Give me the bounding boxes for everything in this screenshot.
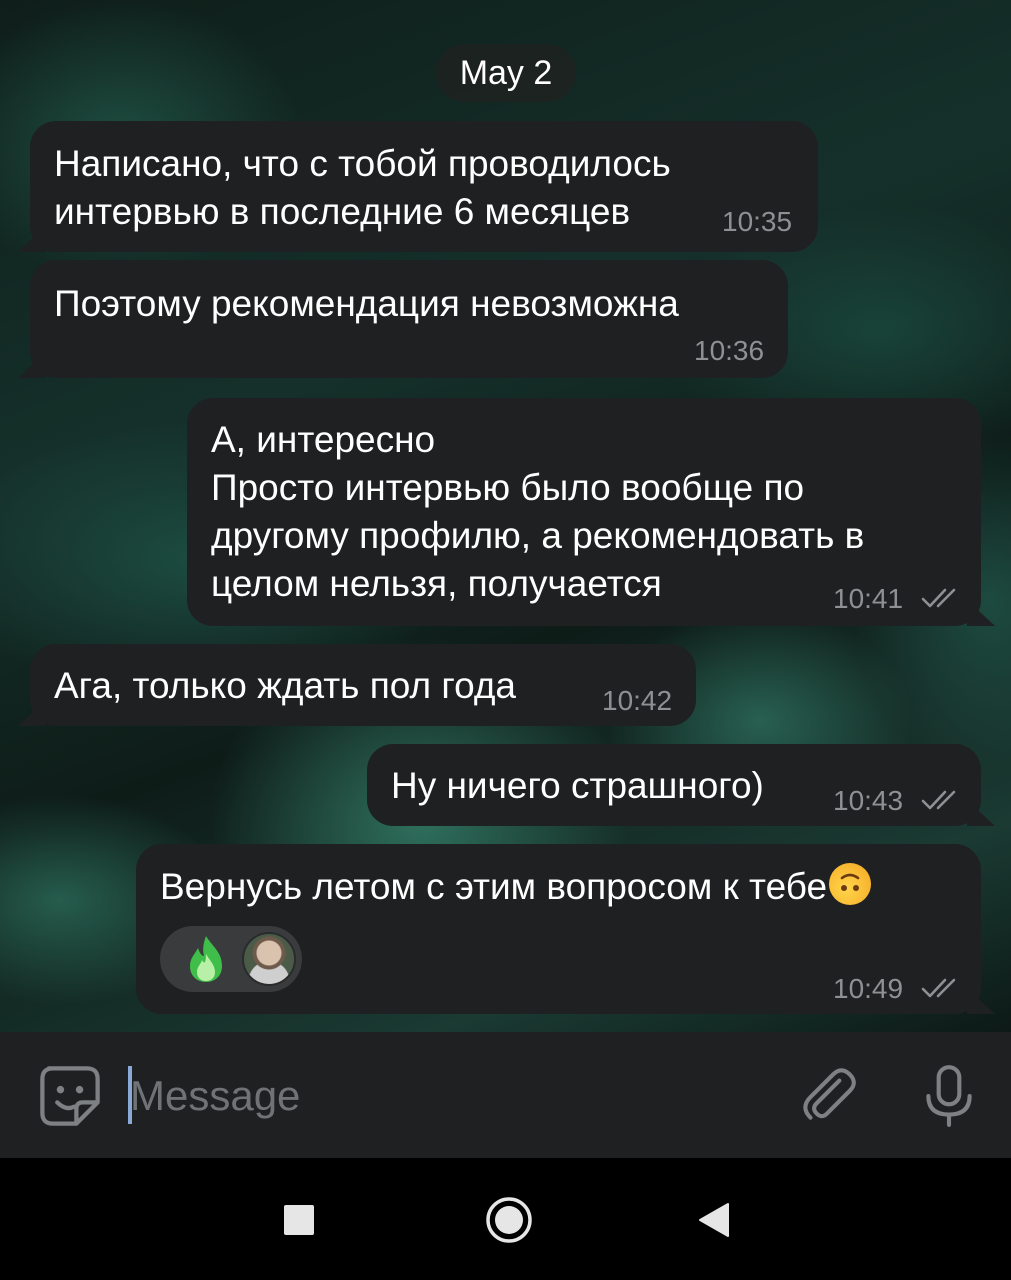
double-check-icon — [921, 588, 956, 608]
double-check-icon — [921, 978, 956, 998]
avatar — [242, 932, 296, 986]
message-text-line: целом нельзя, получается — [211, 563, 662, 604]
message-text-line: Ага, только ждать пол года — [54, 665, 517, 706]
recents-square-icon[interactable] — [283, 1204, 315, 1236]
date-separator: May 2 — [436, 44, 576, 102]
message-text-line: А, интересно — [211, 419, 436, 460]
message-time: 10:43 — [833, 785, 904, 816]
message-bubble-outgoing[interactable]: Вернусь летом с этим вопросом к тебе 10:… — [136, 844, 981, 1014]
reaction-chip[interactable] — [160, 926, 302, 992]
double-check-icon — [921, 790, 956, 810]
attach-icon[interactable] — [794, 1062, 860, 1128]
message-text: Вернусь летом с этим вопросом к тебе — [160, 866, 828, 907]
system-navigation-bar — [0, 1158, 1011, 1280]
message-bubble-outgoing[interactable]: Ну ничего страшного) 10:43 — [367, 744, 981, 826]
message-bubble-incoming[interactable]: Написано, что с тобой проводилось интерв… — [30, 121, 818, 252]
message-bubble-incoming[interactable]: Поэтому рекомендация невозможна 10:36 — [30, 260, 788, 378]
upside-down-face-emoji — [829, 863, 872, 905]
message-time: 10:36 — [694, 335, 765, 366]
message-time: 10:42 — [602, 685, 673, 716]
message-text-line: другому профилю, а рекомендовать в — [211, 515, 865, 556]
message-time: 10:35 — [722, 206, 793, 237]
message-text-line: Вернусь летом с этим вопросом к тебе — [160, 863, 872, 911]
message-time: 10:49 — [833, 973, 904, 1004]
back-triangle-icon[interactable] — [698, 1202, 730, 1238]
message-text-line: интервью в последние 6 месяцев — [54, 191, 631, 232]
message-bubble-incoming[interactable]: Ага, только ждать пол года 10:42 — [30, 644, 696, 726]
message-text-line: Поэтому рекомендация невозможна — [54, 283, 679, 324]
message-text-line: Написано, что с тобой проводилось — [54, 143, 671, 184]
message-bubble-outgoing[interactable]: А, интересно Просто интервью было вообще… — [187, 398, 981, 626]
message-text-line: Ну ничего страшного) — [391, 765, 764, 806]
message-time: 10:41 — [833, 583, 904, 614]
message-composer: Message — [0, 1032, 1011, 1158]
microphone-icon[interactable] — [916, 1062, 982, 1130]
sticker-icon[interactable] — [36, 1062, 104, 1130]
message-text-line: Просто интервью было вообще по — [211, 467, 805, 508]
fire-emoji — [190, 936, 222, 982]
home-circle-icon[interactable] — [485, 1196, 533, 1244]
message-input[interactable]: Message — [130, 1070, 730, 1122]
